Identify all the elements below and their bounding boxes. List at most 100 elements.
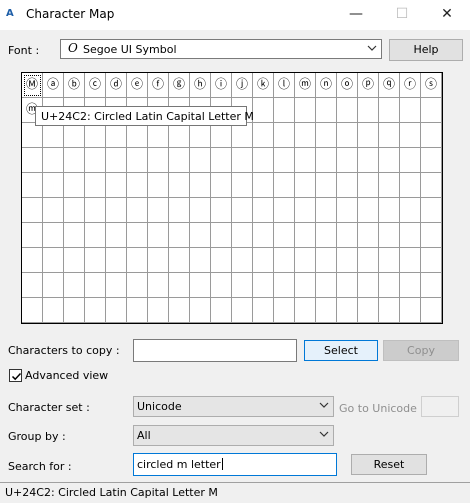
- character-cell[interactable]: [358, 148, 379, 173]
- character-cell[interactable]: [358, 98, 379, 123]
- character-cell[interactable]: [421, 273, 442, 298]
- character-cell[interactable]: [274, 98, 295, 123]
- character-cell[interactable]: [43, 273, 64, 298]
- character-cell[interactable]: [253, 123, 274, 148]
- character-cell[interactable]: [127, 298, 148, 323]
- character-cell[interactable]: [274, 298, 295, 323]
- character-cell[interactable]: [274, 198, 295, 223]
- advanced-view-checkbox[interactable]: [9, 369, 22, 382]
- character-cell[interactable]: [274, 123, 295, 148]
- character-cell[interactable]: [295, 298, 316, 323]
- character-cell[interactable]: ⓕ: [148, 73, 169, 98]
- search-input[interactable]: circled m letter: [133, 453, 337, 476]
- character-cell[interactable]: [64, 198, 85, 223]
- character-cell[interactable]: [211, 148, 232, 173]
- character-cell[interactable]: [421, 148, 442, 173]
- character-cell[interactable]: [127, 148, 148, 173]
- character-cell[interactable]: [253, 173, 274, 198]
- character-cell[interactable]: [169, 123, 190, 148]
- character-cell[interactable]: [379, 223, 400, 248]
- character-cell[interactable]: [316, 98, 337, 123]
- character-cell[interactable]: [421, 173, 442, 198]
- character-cell[interactable]: [148, 123, 169, 148]
- character-cell[interactable]: [274, 248, 295, 273]
- character-cell[interactable]: [127, 173, 148, 198]
- character-cell[interactable]: ⓜ: [295, 73, 316, 98]
- character-cell[interactable]: [211, 248, 232, 273]
- character-cell[interactable]: [232, 173, 253, 198]
- character-cell[interactable]: [43, 148, 64, 173]
- character-cell[interactable]: [148, 223, 169, 248]
- character-cell[interactable]: ⓝ: [316, 73, 337, 98]
- character-cell[interactable]: [169, 273, 190, 298]
- group-by-dropdown[interactable]: All: [133, 425, 334, 446]
- character-cell[interactable]: [211, 298, 232, 323]
- character-cell[interactable]: ⓟ: [358, 73, 379, 98]
- character-cell[interactable]: [127, 123, 148, 148]
- character-cell[interactable]: [295, 273, 316, 298]
- character-cell[interactable]: [106, 123, 127, 148]
- character-cell[interactable]: [337, 98, 358, 123]
- character-cell[interactable]: [85, 273, 106, 298]
- character-cell[interactable]: [400, 173, 421, 198]
- character-cell[interactable]: [106, 298, 127, 323]
- character-cell[interactable]: ⓞ: [337, 73, 358, 98]
- character-cell[interactable]: [85, 248, 106, 273]
- character-cell[interactable]: [127, 198, 148, 223]
- help-button[interactable]: Help: [389, 39, 463, 61]
- character-cell[interactable]: [22, 248, 43, 273]
- character-cell[interactable]: ⓑ: [64, 73, 85, 98]
- character-cell[interactable]: [358, 173, 379, 198]
- character-cell[interactable]: [379, 173, 400, 198]
- character-cell[interactable]: [169, 173, 190, 198]
- character-cell[interactable]: [379, 198, 400, 223]
- character-cell[interactable]: [295, 148, 316, 173]
- character-set-dropdown[interactable]: Unicode: [133, 396, 334, 417]
- character-cell[interactable]: [337, 273, 358, 298]
- character-cell[interactable]: [253, 223, 274, 248]
- character-cell[interactable]: [337, 173, 358, 198]
- character-cell[interactable]: [190, 123, 211, 148]
- character-cell[interactable]: [358, 273, 379, 298]
- character-cell[interactable]: [169, 298, 190, 323]
- character-cell[interactable]: [169, 248, 190, 273]
- character-cell[interactable]: [400, 198, 421, 223]
- character-cell[interactable]: [211, 223, 232, 248]
- character-cell[interactable]: ⓢ: [421, 73, 442, 98]
- character-cell[interactable]: [232, 148, 253, 173]
- character-cell[interactable]: [106, 273, 127, 298]
- character-cell[interactable]: ⓓ: [106, 73, 127, 98]
- character-cell[interactable]: [253, 198, 274, 223]
- character-cell[interactable]: ⓡ: [400, 73, 421, 98]
- character-cell[interactable]: [43, 173, 64, 198]
- character-cell[interactable]: [22, 198, 43, 223]
- character-cell[interactable]: ⓖ: [169, 73, 190, 98]
- character-cell[interactable]: [337, 223, 358, 248]
- character-cell[interactable]: [22, 148, 43, 173]
- character-cell[interactable]: [85, 148, 106, 173]
- character-cell[interactable]: [337, 123, 358, 148]
- character-cell[interactable]: [106, 248, 127, 273]
- character-cell[interactable]: [148, 148, 169, 173]
- character-cell[interactable]: [316, 148, 337, 173]
- character-cell[interactable]: [190, 198, 211, 223]
- character-cell[interactable]: [316, 273, 337, 298]
- character-cell[interactable]: [22, 273, 43, 298]
- character-cell[interactable]: [337, 148, 358, 173]
- character-cell[interactable]: [295, 223, 316, 248]
- character-cell[interactable]: [379, 298, 400, 323]
- character-cell[interactable]: [43, 198, 64, 223]
- character-cell[interactable]: [85, 173, 106, 198]
- reset-button[interactable]: Reset: [351, 454, 427, 475]
- character-cell[interactable]: [421, 98, 442, 123]
- character-cell[interactable]: ⓚ: [253, 73, 274, 98]
- character-cell[interactable]: [358, 198, 379, 223]
- character-cell[interactable]: [232, 248, 253, 273]
- character-cell[interactable]: [190, 273, 211, 298]
- character-cell[interactable]: [316, 248, 337, 273]
- character-cell[interactable]: [379, 273, 400, 298]
- character-cell[interactable]: [211, 273, 232, 298]
- character-cell[interactable]: [253, 273, 274, 298]
- character-cell[interactable]: [400, 148, 421, 173]
- character-cell[interactable]: [253, 148, 274, 173]
